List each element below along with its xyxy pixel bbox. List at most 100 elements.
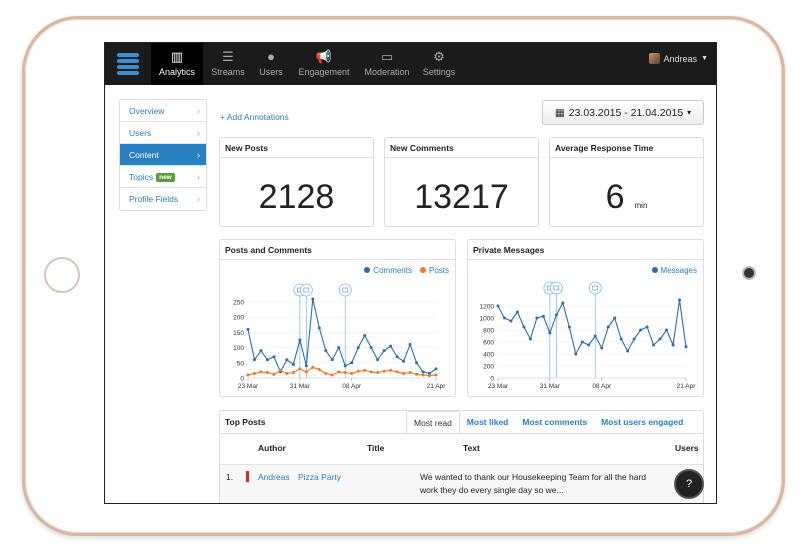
data-point	[376, 371, 380, 375]
data-point	[317, 367, 321, 371]
megaphone-icon: 📢	[315, 49, 333, 64]
column-header-text[interactable]: Text	[463, 443, 480, 453]
column-header-author[interactable]: Author	[258, 443, 286, 453]
chart-title: Private Messages	[468, 240, 703, 260]
nav-users[interactable]: ● Users	[253, 43, 289, 85]
x-tick-label: 23 Mar	[488, 383, 509, 390]
data-point	[337, 370, 341, 374]
data-point	[600, 346, 604, 350]
row-author-link[interactable]: Andreas	[258, 472, 290, 482]
data-point	[535, 316, 539, 320]
sidebar-item-content[interactable]: Content ›	[120, 144, 206, 166]
data-point	[665, 328, 669, 332]
y-tick-label: 0	[490, 376, 494, 383]
data-point	[639, 328, 643, 332]
data-point	[298, 367, 302, 371]
x-tick-label: 08 Apr	[342, 383, 362, 390]
megaphone-icon	[338, 283, 352, 297]
sidebar-menu: Overview › Users › Content › Topics new ›…	[119, 99, 207, 211]
chevron-right-icon: ›	[197, 106, 200, 116]
nav-engagement[interactable]: 📢 Engagement	[295, 43, 353, 85]
user-menu[interactable]: Andreas ▼	[648, 53, 708, 64]
data-point	[421, 373, 425, 377]
data-point	[350, 361, 354, 365]
data-point	[265, 358, 269, 362]
data-point	[330, 358, 334, 362]
data-point	[304, 364, 308, 368]
column-header-users[interactable]: Users	[675, 443, 699, 453]
help-button[interactable]: ?	[674, 469, 704, 499]
stat-card-new-posts: New Posts 2128	[219, 137, 374, 227]
y-tick-label: 1200	[480, 304, 495, 311]
data-point	[434, 367, 438, 371]
sidebar-item-users[interactable]: Users ›	[120, 122, 206, 144]
date-range-text: 23.03.2015 - 21.04.2015	[568, 106, 684, 119]
table-row[interactable]	[220, 464, 703, 503]
data-point	[246, 327, 250, 331]
data-point	[343, 371, 347, 375]
column-header-title[interactable]: Title	[367, 443, 384, 453]
tab-most-read[interactable]: Most read	[406, 411, 460, 433]
stat-title: New Comments	[385, 138, 538, 158]
list-icon: ☰	[222, 49, 234, 64]
app-logo-icon[interactable]	[115, 51, 141, 77]
top-posts-panel: Top Posts Most read Most liked Most comm…	[219, 410, 704, 503]
data-point	[389, 368, 393, 372]
private-messages-chart: 0 200 400 600 800 1000 1200 23 Mar 31 Mar 08 Apr 2…	[480, 281, 696, 390]
add-annotations-link[interactable]: + Add Annotations	[220, 112, 289, 122]
data-point	[580, 340, 584, 344]
y-tick-label: 200	[483, 364, 494, 371]
data-point	[548, 331, 552, 335]
row-title-link[interactable]: Pizza Party	[298, 472, 341, 482]
x-tick-label: 08 Apr	[592, 383, 612, 390]
y-tick-label: 250	[233, 300, 244, 307]
data-point	[330, 373, 334, 377]
data-point	[350, 371, 354, 375]
nav-streams[interactable]: ☰ Streams	[205, 43, 251, 85]
data-point	[421, 370, 425, 374]
data-point	[363, 368, 367, 372]
tab-most-liked[interactable]: Most liked	[460, 411, 516, 433]
nav-settings[interactable]: ⚙ Settings	[419, 43, 459, 85]
gear-icon: ⚙	[433, 49, 445, 64]
data-point	[652, 343, 656, 347]
data-point	[259, 349, 263, 353]
chevron-right-icon: ›	[197, 172, 200, 182]
chart-panel-posts-comments: Posts and Comments Comments Posts 0 50 100…	[219, 239, 456, 397]
sidebar-item-profile-fields[interactable]: Profile Fields ›	[120, 188, 206, 210]
data-point	[587, 343, 591, 347]
data-point	[252, 358, 256, 362]
stat-unit: min	[634, 201, 648, 210]
home-button[interactable]	[44, 257, 80, 293]
data-point	[272, 355, 276, 359]
nav-moderation[interactable]: ▭ Moderation	[359, 43, 415, 85]
data-point	[395, 370, 399, 374]
sidebar-item-topics[interactable]: Topics new ›	[120, 166, 206, 188]
data-point	[554, 313, 558, 317]
tab-most-comments[interactable]: Most comments	[515, 411, 594, 433]
stat-value: 6 min	[605, 178, 648, 216]
data-point	[645, 325, 649, 329]
data-point	[252, 371, 256, 375]
data-point	[337, 346, 341, 350]
megaphone-icon	[588, 281, 602, 295]
data-point	[509, 319, 513, 323]
y-tick-label: 50	[237, 360, 245, 367]
inbox-icon: ▭	[380, 49, 394, 64]
data-point	[671, 343, 675, 347]
stat-value: 13217	[414, 178, 509, 216]
data-point	[408, 371, 412, 375]
nav-analytics[interactable]: ▥ Analytics	[151, 43, 203, 85]
bar-chart-icon: ▥	[170, 49, 184, 64]
data-point	[317, 326, 321, 330]
data-point	[343, 364, 347, 368]
series-line-posts	[247, 366, 437, 377]
tab-most-users-engaged[interactable]: Most users engaged	[594, 411, 690, 433]
y-tick-label: 800	[483, 328, 494, 335]
y-tick-label: 600	[483, 340, 494, 347]
data-point	[265, 371, 269, 375]
stat-card-new-comments: New Comments 13217	[384, 137, 539, 227]
data-point	[567, 325, 571, 329]
date-range-picker[interactable]: ▦ 23.03.2015 - 21.04.2015 ▾	[542, 100, 704, 125]
sidebar-item-overview[interactable]: Overview ›	[120, 100, 206, 122]
